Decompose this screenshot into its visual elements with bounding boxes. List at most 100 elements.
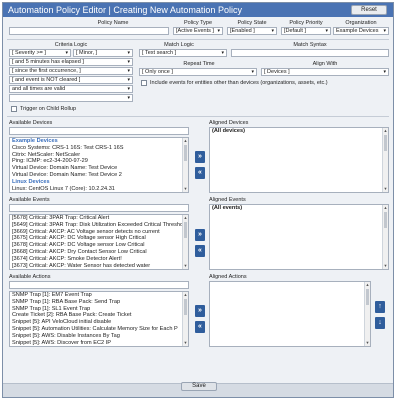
list-item[interactable]: Snippet [5]: API VeloCloud initial disab… [10, 319, 188, 326]
scroll-down-icon[interactable]: ▼ [183, 340, 188, 346]
scrollbar[interactable]: ▲ ▼ [382, 128, 388, 192]
list-item[interactable]: Create Ticket [2]: RBA Base Pack: Create… [10, 312, 188, 319]
list-item[interactable]: (All devices) [210, 128, 388, 135]
policy-priority-value: [Default ] [284, 28, 307, 34]
list-item[interactable]: SNMP Trap [1]: RBA Base Pack: Send Trap [10, 299, 188, 306]
list-item[interactable]: [3675] Critical: AKCP: DC Voltage sensor… [10, 235, 188, 242]
policy-name-input[interactable] [9, 27, 169, 35]
scroll-down-icon[interactable]: ▼ [383, 263, 388, 269]
chevron-down-icon: ▾ [383, 28, 386, 34]
scroll-thumb[interactable] [184, 145, 187, 161]
scroll-down-icon[interactable]: ▼ [183, 186, 188, 192]
list-item[interactable]: Cisco Systems: CRS-1 16S: Test CRS-1 16S [10, 145, 188, 152]
criteria-minor-select[interactable]: [ Minor, ] ▾ [73, 49, 133, 57]
list-group-header[interactable]: Example Devices [10, 138, 188, 145]
scroll-thumb[interactable] [366, 289, 369, 305]
list-item[interactable]: Linux: CentOS Linux 7 (Core): 10.2.24.31 [10, 186, 188, 192]
aligned-devices-list[interactable]: (All devices) ▲ ▼ [209, 127, 389, 193]
policy-type-select[interactable]: [Active Events ] ▾ [173, 27, 223, 35]
move-right-icon[interactable]: » [195, 151, 205, 163]
list-item[interactable]: Virtual Device: Domain Name: Test Device… [10, 172, 188, 179]
criteria-elapsed-select[interactable]: [ and 5 minutes has elapsed ] ▾ [9, 58, 133, 66]
criteria-extra-select[interactable]: ▾ [9, 94, 133, 102]
move-left-icon[interactable]: « [195, 167, 205, 179]
chevron-down-icon: ▾ [251, 69, 254, 75]
save-button[interactable]: Save [181, 382, 217, 391]
criteria-severity-select[interactable]: [ Severity >= ] ▾ [9, 49, 71, 57]
scrollbar[interactable]: ▲ ▼ [182, 292, 188, 346]
scrollbar[interactable]: ▲ ▼ [364, 282, 370, 346]
available-events-list[interactable]: [5678] Critical: 3PAR Trap: Critical Ale… [9, 214, 189, 270]
scroll-thumb[interactable] [384, 135, 387, 151]
scroll-up-icon[interactable]: ▲ [365, 282, 370, 288]
move-right-icon[interactable]: » [195, 305, 205, 317]
list-item[interactable]: [3673] Critical: AKCP: Water Sensor has … [10, 263, 188, 269]
scroll-down-icon[interactable]: ▼ [365, 340, 370, 346]
list-item[interactable]: SNMP Trap [1]: SL1 Event Trap [10, 306, 188, 313]
list-item[interactable]: [5649] Critical: 3PAR Trap: Disk Utiliza… [10, 222, 188, 229]
scroll-up-icon[interactable]: ▲ [183, 215, 188, 221]
criteria-occurrence-select[interactable]: [ since the first occurrence, ] ▾ [9, 67, 133, 75]
reset-button[interactable]: Reset [351, 5, 387, 15]
repeat-time-label: Repeat Time [183, 61, 215, 67]
chevron-down-icon: ▾ [383, 69, 386, 75]
list-item[interactable]: Virtual Device: Domain Name: Test Device [10, 165, 188, 172]
scroll-down-icon[interactable]: ▼ [183, 263, 188, 269]
scrollbar[interactable]: ▲ ▼ [382, 205, 388, 269]
scrollbar[interactable]: ▲ ▼ [182, 215, 188, 269]
list-item[interactable]: (All events) [210, 205, 388, 212]
scroll-thumb[interactable] [184, 299, 187, 315]
match-syntax-input[interactable] [231, 49, 389, 57]
criteria-times-select[interactable]: and all times are valid ▾ [9, 85, 133, 93]
repeat-time-select[interactable]: [ Only once ] ▾ [139, 68, 257, 76]
list-item[interactable]: [3678] Critical: AKCP: DC Voltage sensor… [10, 242, 188, 249]
criteria-cleared-value: [ and event is NOT cleared ] [12, 77, 81, 83]
include-events-label: Include events for entities other than d… [150, 80, 328, 86]
policy-state-select[interactable]: [Enabled ] ▾ [227, 27, 277, 35]
list-item[interactable]: SNMP Trap [1]: EM7 Event Trap [10, 292, 188, 299]
list-group-header[interactable]: Linux Devices [10, 179, 188, 186]
aligned-events-list[interactable]: (All events) ▲ ▼ [209, 204, 389, 270]
arrow-up-icon[interactable]: ↑ [375, 301, 385, 313]
policy-priority-select[interactable]: [Default ] ▾ [281, 27, 331, 35]
divider [7, 39, 389, 40]
list-item[interactable]: Ping: ICMP: ec2-34-200-97-29 [10, 158, 188, 165]
scroll-down-icon[interactable]: ▼ [383, 186, 388, 192]
include-events-checkbox[interactable] [141, 80, 147, 86]
align-with-select[interactable]: [ Devices ] ▾ [261, 68, 389, 76]
move-right-icon[interactable]: » [195, 229, 205, 241]
list-item[interactable]: [3674] Critical: AKCP: Smoke Detector Al… [10, 256, 188, 263]
chevron-down-icon: ▾ [217, 28, 220, 34]
available-actions-filter[interactable] [9, 281, 189, 289]
list-item[interactable]: Snippet [5]: AWS: Discover from EC2 IP [10, 340, 188, 346]
scroll-up-icon[interactable]: ▲ [183, 292, 188, 298]
list-item[interactable]: [3669] Critical: AKCP: AC Voltage sensor… [10, 229, 188, 236]
list-item[interactable]: [5678] Critical: 3PAR Trap: Critical Ale… [10, 215, 188, 222]
scroll-thumb[interactable] [384, 212, 387, 228]
scrollbar[interactable]: ▲ ▼ [182, 138, 188, 192]
available-actions-list[interactable]: SNMP Trap [1]: EM7 Event Trap SNMP Trap [… [9, 291, 189, 347]
scroll-up-icon[interactable]: ▲ [183, 138, 188, 144]
list-item[interactable]: [3668] Critical: AKCP: Dry Contact Senso… [10, 249, 188, 256]
scroll-up-icon[interactable]: ▲ [383, 205, 388, 211]
move-left-icon[interactable]: « [195, 245, 205, 257]
list-item[interactable]: Snippet [5]: AWS: Disable Instances By T… [10, 333, 188, 340]
aligned-actions-list[interactable]: ▲ ▼ [209, 281, 371, 347]
move-left-icon[interactable]: « [195, 321, 205, 333]
list-item[interactable]: Citrix: NetScaler: NetScaler [10, 152, 188, 159]
criteria-times-value: and all times are valid [12, 86, 66, 92]
match-logic-select[interactable]: [ Text search ] ▾ [139, 49, 227, 57]
chevron-down-icon: ▾ [127, 68, 130, 74]
scroll-up-icon[interactable]: ▲ [383, 128, 388, 134]
list-item[interactable]: Snippet [5]: Automation Utilities: Calcu… [10, 326, 188, 333]
organization-select[interactable]: Example Devices ▾ [333, 27, 389, 35]
criteria-occurrence-value: [ since the first occurrence, ] [12, 68, 81, 74]
available-devices-filter[interactable] [9, 127, 189, 135]
scroll-thumb[interactable] [184, 222, 187, 238]
trigger-rollup-checkbox[interactable] [11, 106, 17, 112]
available-devices-list[interactable]: Example Devices Cisco Systems: CRS-1 16S:… [9, 137, 189, 193]
available-events-filter[interactable] [9, 204, 189, 212]
arrow-down-icon[interactable]: ↓ [375, 317, 385, 329]
criteria-cleared-select[interactable]: [ and event is NOT cleared ] ▾ [9, 76, 133, 84]
chevron-down-icon: ▾ [65, 50, 68, 56]
